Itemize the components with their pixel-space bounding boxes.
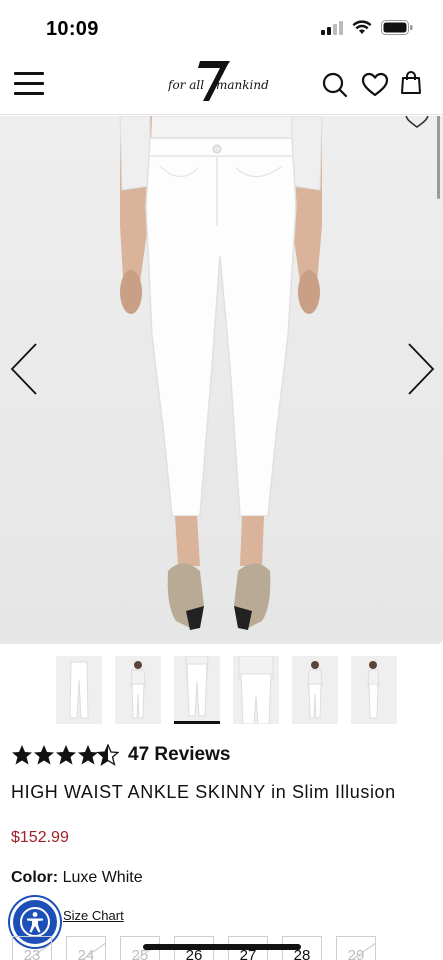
chevron-left-icon[interactable] [10,342,40,396]
thumbnail-2[interactable] [115,656,161,724]
scroll-indicator [437,116,440,199]
thumbnail-strip [56,656,397,724]
thumbnail-image [238,656,274,724]
brand-logo[interactable]: for all mankind [167,60,278,104]
thumbnail-image [307,661,323,719]
thumbnail-image [367,661,380,719]
product-image-carousel[interactable] [0,116,443,644]
reviews-link[interactable]: 47 Reviews [128,744,230,766]
size-option[interactable]: 24 [66,936,106,960]
thumbnail-6[interactable] [351,656,397,724]
svg-text:mankind: mankind [216,78,269,92]
size-option[interactable]: 23 [12,936,52,960]
color-selection: Color: Luxe White [11,869,143,887]
thumbnail-image [185,656,209,717]
chevron-right-icon[interactable] [405,342,435,396]
thumbnail-image [69,661,89,719]
brand-logo-mark: for all mankind [167,61,269,101]
menu-line [14,92,44,95]
product-rating[interactable]: 47 Reviews [11,744,230,766]
home-indicator[interactable] [143,944,301,950]
thumbnail-5[interactable] [292,656,338,724]
product-photo [119,116,323,630]
shopping-bag-icon[interactable] [400,70,422,96]
search-icon[interactable] [322,72,348,98]
status-icons [321,20,413,35]
wifi-icon [352,20,372,34]
size-label: 29 [347,947,365,960]
svg-text:for all: for all [168,78,204,92]
star-rating [11,744,119,766]
menu-line [14,82,44,85]
favorite-heart-icon[interactable] [404,116,430,130]
color-value: Luxe White [62,869,143,886]
battery-icon [381,20,413,35]
thumbnail-image [130,661,146,719]
size-option[interactable]: 29 [336,936,376,960]
size-label: 24 [77,947,95,960]
color-label: Color: [11,869,59,886]
status-bar: 10:09 [0,0,443,60]
thumbnail-1[interactable] [56,656,102,724]
thumbnail-4[interactable] [233,656,279,724]
menu-line [14,72,44,75]
accessibility-icon [20,907,50,937]
size-label: 23 [23,947,41,960]
thumbnail-3-active[interactable] [174,656,220,724]
product-price: $152.99 [11,829,69,846]
menu-button[interactable] [14,72,44,96]
size-chart-link[interactable]: Size Chart [63,908,124,923]
stars-icon [12,744,119,766]
signal-icon [321,20,343,35]
wishlist-heart-icon[interactable] [361,72,389,97]
status-time: 10:09 [46,18,99,40]
site-header: for all mankind [0,60,443,115]
product-title: HIGH WAIST ANKLE SKINNY in Slim Illusion [11,782,396,802]
